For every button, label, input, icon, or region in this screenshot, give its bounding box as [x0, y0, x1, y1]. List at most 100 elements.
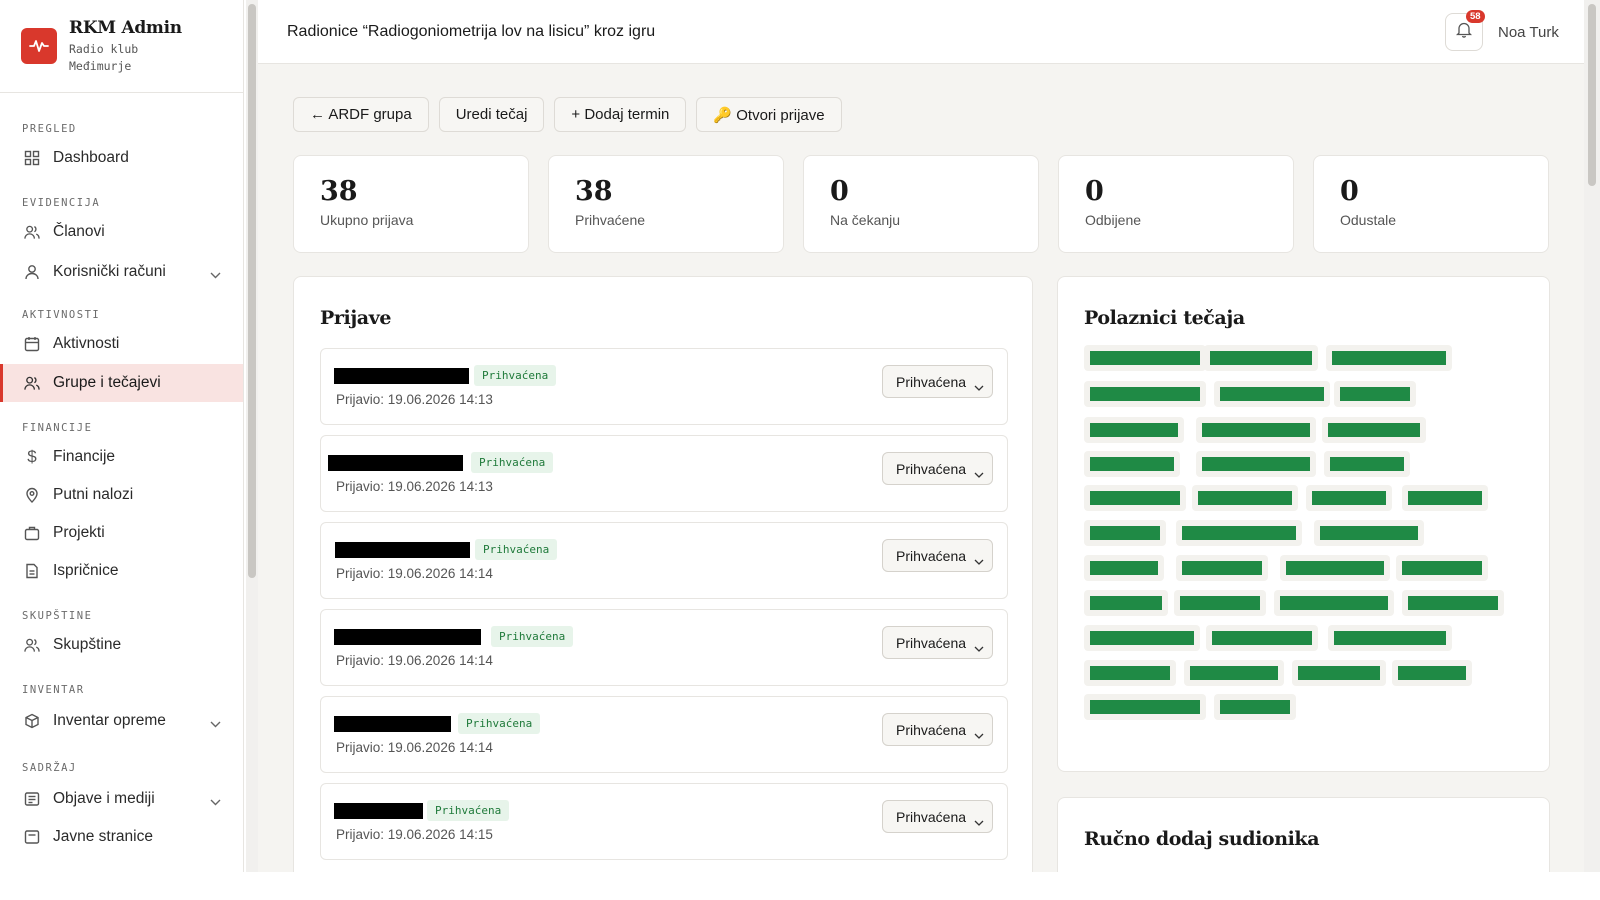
sidebar-item-financije[interactable]: $ Financije [0, 438, 243, 476]
status-badge: Prihvaćena [471, 452, 554, 473]
sidebar-item-inventar-opreme[interactable]: Inventar opreme [0, 702, 243, 740]
pulse-icon [21, 28, 57, 64]
stat-card-withdrawn: 0 Odustale [1313, 155, 1549, 253]
redacted-name [1180, 596, 1260, 610]
participant-chip [1322, 417, 1426, 443]
scrollbar-thumb[interactable] [1588, 4, 1596, 186]
participant-chip [1196, 451, 1316, 477]
select-value: Prihvaćena [896, 634, 967, 651]
users-icon [24, 224, 40, 240]
applications-panel: Prijave Prihvaćena Prijavio: 19.06.2026 … [293, 276, 1033, 872]
participant-chip [1084, 485, 1186, 511]
nav-section-label: FINANCIJE [22, 422, 93, 434]
participant-chip [1334, 381, 1416, 407]
action-toolbar: ← ARDF grupa Uredi tečaj + Dodaj termin … [293, 97, 842, 132]
status-select[interactable]: Prihvaćena [882, 713, 993, 746]
application-date: Prijavio: 19.06.2026 14:14 [336, 740, 493, 755]
participant-chip [1084, 345, 1206, 371]
redacted-name [1220, 700, 1290, 714]
stat-label: Odbijene [1085, 212, 1142, 228]
redacted-name [335, 542, 470, 558]
sidebar-item-korisnicki-racuni[interactable]: Korisnički računi [0, 253, 243, 291]
status-select[interactable]: Prihvaćena [882, 539, 993, 572]
panel-title: Ručno dodaj sudionika [1084, 828, 1320, 850]
sidebar-scrollbar[interactable] [246, 0, 258, 872]
participant-chip [1206, 625, 1318, 651]
redacted-name [1320, 526, 1418, 540]
stat-card-pending: 0 Na čekanju [803, 155, 1039, 253]
redacted-name [1090, 387, 1200, 401]
main-scrollbar[interactable] [1584, 0, 1600, 872]
stat-value: 0 [1085, 176, 1104, 207]
redacted-name [1286, 561, 1384, 575]
status-select[interactable]: Prihvaćena [882, 452, 993, 485]
redacted-name [1298, 666, 1380, 680]
back-to-group-button[interactable]: ← ARDF grupa [293, 97, 429, 132]
edit-course-button[interactable]: Uredi tečaj [438, 97, 545, 132]
user-icon [24, 264, 40, 280]
status-select[interactable]: Prihvaćena [882, 626, 993, 659]
add-term-button[interactable]: + Dodaj termin [554, 97, 687, 132]
participant-chip [1192, 485, 1298, 511]
chevron-down-icon [974, 639, 984, 655]
redacted-name [1398, 666, 1466, 680]
select-value: Prihvaćena [896, 373, 967, 390]
chevron-down-icon [210, 715, 221, 733]
participant-chip [1196, 417, 1316, 443]
participant-chip [1084, 520, 1166, 546]
participant-chip [1214, 381, 1330, 407]
sidebar-item-label: Putni nalozi [53, 486, 134, 503]
redacted-name [1190, 666, 1278, 680]
sidebar-item-clanovi[interactable]: Članovi [0, 213, 243, 251]
list-item: Prihvaćena Prijavio: 19.06.2026 14:13 Pr… [320, 348, 1008, 425]
main-content: Radionice “Radiogoniometrija lov na lisi… [258, 0, 1584, 872]
participant-chip [1292, 660, 1386, 686]
redacted-name [1312, 491, 1386, 505]
scrollbar-thumb[interactable] [248, 4, 256, 578]
redacted-name [1182, 526, 1296, 540]
sidebar-item-projekti[interactable]: Projekti [0, 514, 243, 552]
redacted-name [1408, 596, 1498, 610]
participant-chip [1402, 485, 1488, 511]
list-item: Prihvaćena Prijavio: 19.06.2026 14:14 Pr… [320, 522, 1008, 599]
sidebar-item-label: Ispričnice [53, 562, 119, 579]
participant-chip [1084, 555, 1164, 581]
sidebar-item-skupstine[interactable]: Skupštine [0, 626, 243, 664]
participant-chip [1184, 660, 1284, 686]
sidebar-item-label: Javne stranice [53, 828, 153, 845]
manual-add-panel: Ručno dodaj sudionika [1057, 797, 1550, 872]
participant-chip [1214, 694, 1296, 720]
redacted-name [1090, 700, 1200, 714]
list-item: Prihvaćena Prijavio: 19.06.2026 14:14 Pr… [320, 696, 1008, 773]
sidebar-item-javne-stranice[interactable]: Javne stranice [0, 818, 243, 856]
participant-chip [1402, 590, 1504, 616]
redacted-name [1328, 423, 1420, 437]
redacted-name [334, 368, 469, 384]
redacted-name [1340, 387, 1410, 401]
sidebar-item-ispricnice[interactable]: Ispričnice [0, 552, 243, 590]
open-applications-button[interactable]: 🔑 Otvori prijave [696, 97, 842, 132]
status-badge: Prihvaćena [474, 365, 557, 386]
redacted-name [1334, 631, 1446, 645]
stat-label: Ukupno prijava [320, 212, 414, 228]
nav-section-label: AKTIVNOSTI [22, 309, 101, 321]
sidebar-item-objave-i-mediji[interactable]: Objave i mediji [0, 780, 243, 818]
status-select[interactable]: Prihvaćena [882, 800, 993, 833]
sidebar-item-label: Projekti [53, 524, 105, 541]
brand[interactable]: RKM Admin Radio klub Međimurje [0, 0, 243, 93]
sidebar-item-aktivnosti[interactable]: Aktivnosti [0, 325, 243, 363]
status-badge: Prihvaćena [491, 626, 574, 647]
sidebar-item-dashboard[interactable]: Dashboard [0, 139, 243, 177]
application-date: Prijavio: 19.06.2026 14:13 [336, 479, 493, 494]
redacted-name [1202, 457, 1310, 471]
redacted-name [1090, 457, 1174, 471]
chevron-down-icon [974, 552, 984, 568]
sidebar-item-putni-nalozi[interactable]: Putni nalozi [0, 476, 243, 514]
stat-label: Prihvaćene [575, 212, 646, 228]
redacted-name [334, 629, 481, 645]
status-select[interactable]: Prihvaćena [882, 365, 993, 398]
dollar-icon: $ [27, 447, 37, 466]
user-menu[interactable]: Noa Turk [1498, 24, 1559, 41]
sidebar-item-grupe-i-tecajevi[interactable]: Grupe i tečajevi [0, 364, 243, 402]
status-badge: Prihvaćena [475, 539, 558, 560]
